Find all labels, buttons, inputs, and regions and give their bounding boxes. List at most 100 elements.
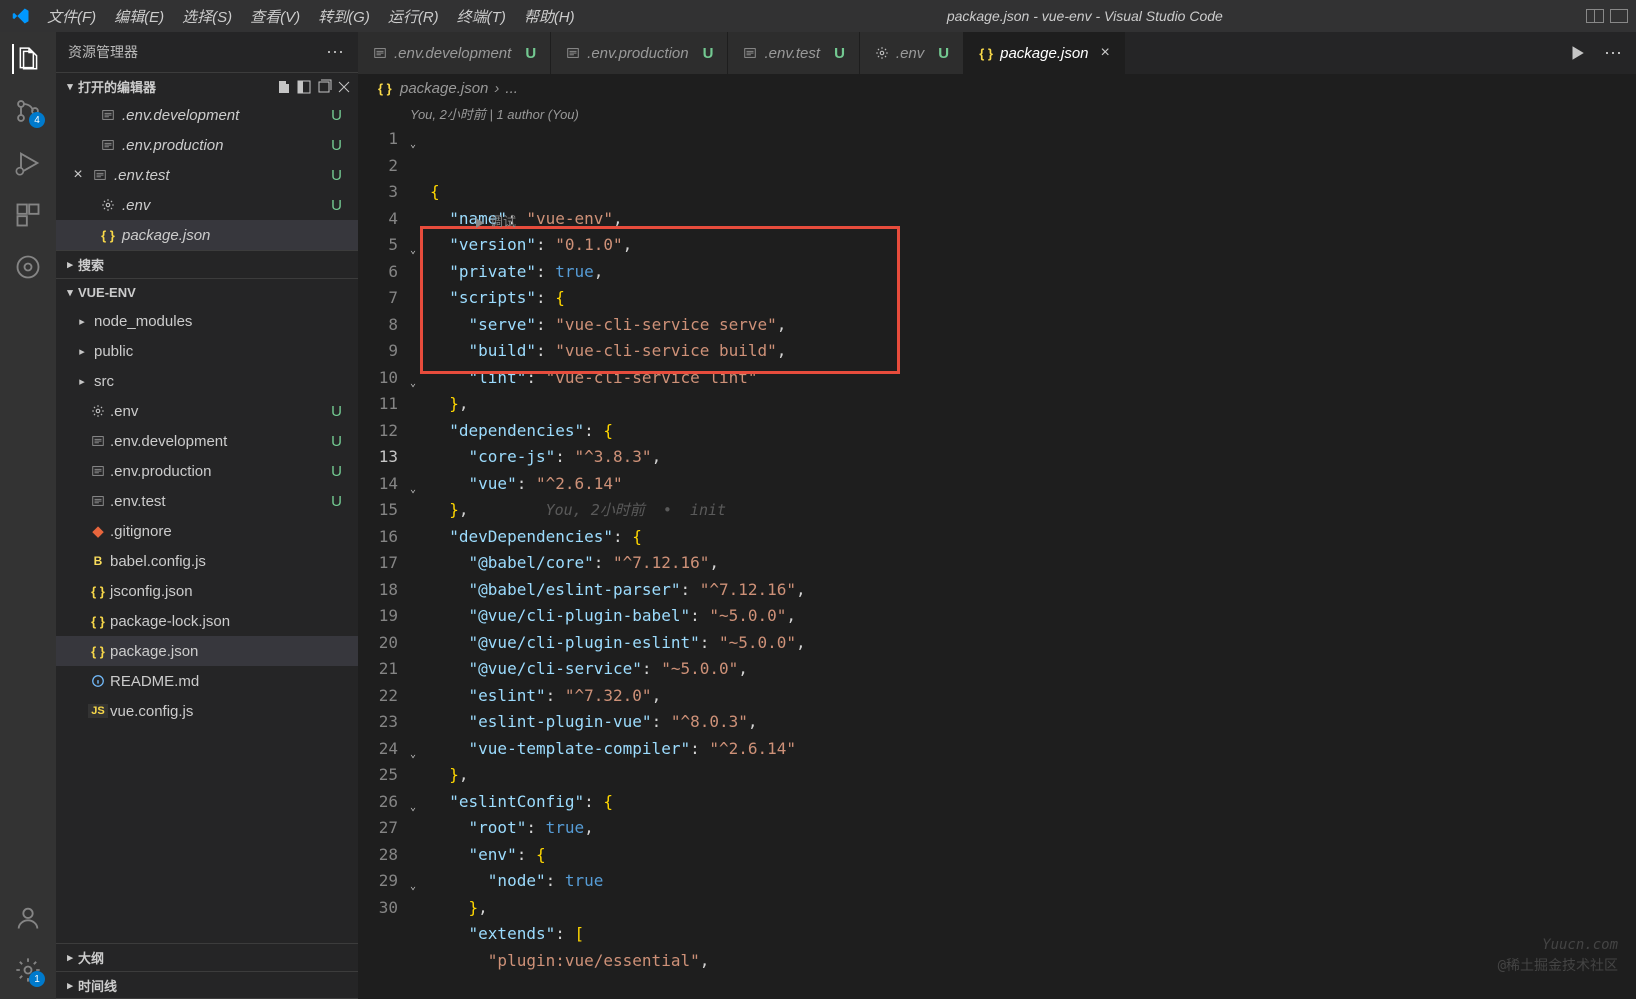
code-line[interactable]: "@vue/cli-service": "~5.0.0",	[420, 656, 1636, 683]
new-untitled-icon[interactable]	[276, 79, 292, 95]
activity-gitlens-icon[interactable]	[13, 252, 43, 282]
fold-chevron-icon[interactable]: ⌄	[410, 742, 416, 769]
code-line[interactable]: "private": true,	[420, 259, 1636, 286]
code-line[interactable]: "lint": "vue-cli-service lint"	[420, 365, 1636, 392]
open-editors-header[interactable]: ▾ 打开的编辑器	[56, 72, 358, 100]
code-line[interactable]: "@vue/cli-plugin-babel": "~5.0.0",	[420, 603, 1636, 630]
close-icon[interactable]: ×	[1101, 44, 1110, 62]
line-number[interactable]: 12	[358, 418, 398, 445]
tree-file[interactable]: { }jsconfig.json	[56, 576, 358, 606]
tab-more-icon[interactable]: ⋯	[1604, 43, 1622, 64]
line-number[interactable]: 14⌄	[358, 471, 398, 498]
activity-debug-icon[interactable]	[13, 148, 43, 178]
code-line[interactable]: "devDependencies": {	[420, 524, 1636, 551]
search-header[interactable]: ▸ 搜索	[56, 250, 358, 278]
code-line[interactable]: }, You, 2小时前 • init	[420, 497, 1636, 524]
code-line[interactable]: "vue-template-compiler": "^2.6.14"	[420, 736, 1636, 763]
close-all-icon[interactable]	[336, 79, 352, 95]
open-editor-item[interactable]: ×.env.testU	[56, 160, 358, 190]
code-line[interactable]: "@vue/cli-plugin-eslint": "~5.0.0",	[420, 630, 1636, 657]
line-number[interactable]: 1⌄	[358, 126, 398, 153]
code-line[interactable]: "vue": "^2.6.14"	[420, 471, 1636, 498]
activity-account-icon[interactable]	[13, 903, 43, 933]
code-line[interactable]: "eslintConfig": {	[420, 789, 1636, 816]
tree-file[interactable]: README.md	[56, 666, 358, 696]
line-number[interactable]: 18	[358, 577, 398, 604]
activity-settings-icon[interactable]: 1	[13, 955, 43, 985]
activity-extensions-icon[interactable]	[13, 200, 43, 230]
activity-scm-icon[interactable]: 4	[13, 96, 43, 126]
tree-folder[interactable]: ▸src	[56, 366, 358, 396]
code-line[interactable]: "node": true	[420, 868, 1636, 895]
line-number[interactable]: 2	[358, 153, 398, 180]
open-editor-item[interactable]: .env.productionU	[56, 130, 358, 160]
code-line[interactable]: "dependencies": {	[420, 418, 1636, 445]
save-all-icon[interactable]	[316, 79, 332, 95]
sidebar-more-icon[interactable]: ⋯	[326, 42, 346, 63]
tree-folder[interactable]: ▸public	[56, 336, 358, 366]
menu-item[interactable]: 帮助(H)	[515, 6, 584, 27]
line-number[interactable]: 10⌄	[358, 365, 398, 392]
line-number[interactable]: 28	[358, 842, 398, 869]
tree-file[interactable]: { }package.json	[56, 636, 358, 666]
outline-header[interactable]: ▸ 大纲	[56, 943, 358, 971]
menu-item[interactable]: 终端(T)	[448, 6, 515, 27]
run-icon[interactable]	[1568, 44, 1586, 62]
fold-chevron-icon[interactable]: ⌄	[410, 132, 416, 159]
menu-item[interactable]: 转到(G)	[309, 6, 379, 27]
code-line[interactable]: "core-js": "^3.8.3",	[420, 444, 1636, 471]
menu-item[interactable]: 编辑(E)	[105, 6, 173, 27]
tree-file[interactable]: .envU	[56, 396, 358, 426]
editor-tab[interactable]: { }package.json×	[964, 32, 1125, 74]
line-number[interactable]: 6	[358, 259, 398, 286]
tree-file[interactable]: .env.testU	[56, 486, 358, 516]
tree-file[interactable]: .env.productionU	[56, 456, 358, 486]
line-number[interactable]: 13	[358, 444, 398, 471]
tree-file[interactable]: JSvue.config.js	[56, 696, 358, 726]
code-line[interactable]: "@babel/core": "^7.12.16",	[420, 550, 1636, 577]
line-number[interactable]: 16	[358, 524, 398, 551]
line-number[interactable]: 3	[358, 179, 398, 206]
tree-file[interactable]: Bbabel.config.js	[56, 546, 358, 576]
code-line[interactable]: "eslint": "^7.32.0",	[420, 683, 1636, 710]
breadcrumb[interactable]: { } package.json › ...	[358, 74, 1636, 102]
open-editor-item[interactable]: .env.developmentU	[56, 100, 358, 130]
tree-file[interactable]: ◆.gitignore	[56, 516, 358, 546]
open-editor-item[interactable]: .envU	[56, 190, 358, 220]
debug-hint[interactable]: 调试	[430, 210, 516, 237]
line-number[interactable]: 23	[358, 709, 398, 736]
line-number[interactable]: 24⌄	[358, 736, 398, 763]
menu-item[interactable]: 运行(R)	[379, 6, 448, 27]
code-line[interactable]: "scripts": {	[420, 285, 1636, 312]
timeline-header[interactable]: ▸ 时间线	[56, 971, 358, 999]
line-number[interactable]: 22	[358, 683, 398, 710]
fold-chevron-icon[interactable]: ⌄	[410, 795, 416, 822]
line-number[interactable]: 29⌄	[358, 868, 398, 895]
code-line[interactable]: "root": true,	[420, 815, 1636, 842]
code-line[interactable]: "eslint-plugin-vue": "^8.0.3",	[420, 709, 1636, 736]
editor-tab[interactable]: .env.productionU	[551, 32, 728, 74]
fold-chevron-icon[interactable]: ⌄	[410, 238, 416, 265]
code-line[interactable]: "plugin:vue/essential",	[420, 948, 1636, 975]
code-line[interactable]: {	[420, 179, 1636, 206]
line-number[interactable]: 26⌄	[358, 789, 398, 816]
line-number[interactable]: 19	[358, 603, 398, 630]
toggle-layout-icon[interactable]	[296, 79, 312, 95]
fold-chevron-icon[interactable]: ⌄	[410, 371, 416, 398]
activity-explorer-icon[interactable]	[12, 44, 42, 74]
line-number[interactable]: 17	[358, 550, 398, 577]
menu-item[interactable]: 文件(F)	[38, 6, 105, 27]
tree-file[interactable]: { }package-lock.json	[56, 606, 358, 636]
line-number[interactable]: 30	[358, 895, 398, 922]
editor-tab[interactable]: .env.testU	[728, 32, 859, 74]
line-number[interactable]: 9	[358, 338, 398, 365]
editor-tab[interactable]: .envU	[860, 32, 964, 74]
line-number[interactable]: 11	[358, 391, 398, 418]
fold-chevron-icon[interactable]: ⌄	[410, 477, 416, 504]
layout-split-left-icon[interactable]	[1586, 9, 1604, 23]
code-line[interactable]: },	[420, 762, 1636, 789]
code-line[interactable]: "version": "0.1.0",	[420, 232, 1636, 259]
menu-item[interactable]: 选择(S)	[173, 6, 241, 27]
menu-item[interactable]: 查看(V)	[241, 6, 309, 27]
line-number[interactable]: 25	[358, 762, 398, 789]
